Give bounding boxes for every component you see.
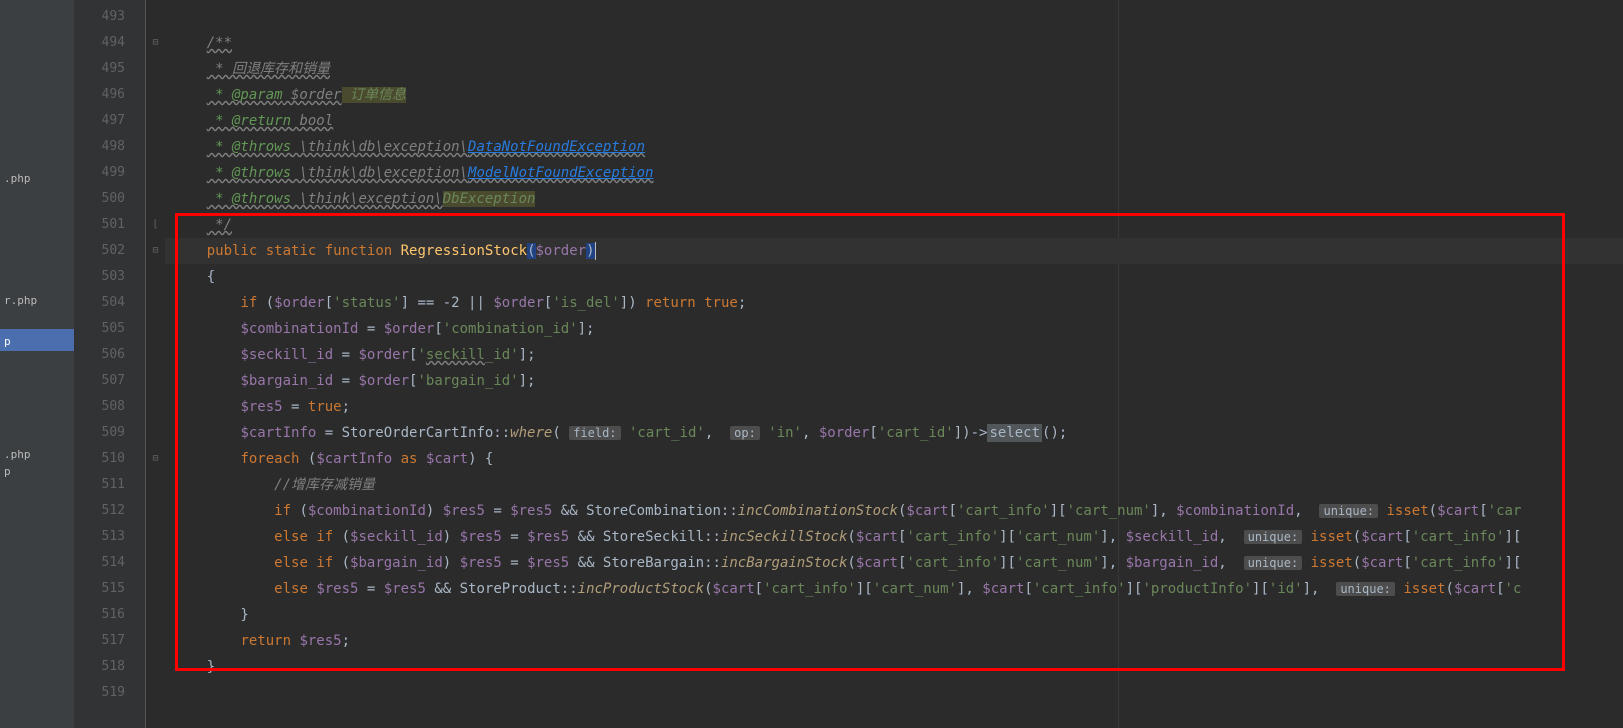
line-number: 493 xyxy=(75,4,145,30)
code-line[interactable] xyxy=(165,4,1623,30)
line-number: 503 xyxy=(75,264,145,290)
sidebar-file[interactable]: .php xyxy=(0,446,74,463)
line-number: 495 xyxy=(75,56,145,82)
code-line[interactable]: else if ($bargain_id) $res5 = $res5 && S… xyxy=(165,550,1623,576)
fold-marker[interactable] xyxy=(146,654,165,680)
code-line[interactable]: * @throws \think\db\exception\DataNotFou… xyxy=(165,134,1623,160)
sidebar-file[interactable]: p xyxy=(0,463,74,480)
fold-marker[interactable] xyxy=(146,394,165,420)
fold-marker[interactable]: ⌊ xyxy=(146,212,165,238)
line-number: 499 xyxy=(75,160,145,186)
fold-marker[interactable]: ⊟ xyxy=(146,446,165,472)
code-line[interactable]: * @return bool xyxy=(165,108,1623,134)
line-number: 511 xyxy=(75,472,145,498)
fold-marker[interactable] xyxy=(146,108,165,134)
line-number-gutter: 4934944954964974984995005015025035045055… xyxy=(75,0,145,728)
fold-marker[interactable]: ⊟ xyxy=(146,238,165,264)
code-line[interactable]: $res5 = true; xyxy=(165,394,1623,420)
code-line[interactable]: else $res5 = $res5 && StoreProduct::incP… xyxy=(165,576,1623,602)
fold-marker[interactable] xyxy=(146,290,165,316)
line-number: 502 xyxy=(75,238,145,264)
code-line[interactable]: $combinationId = $order['combination_id'… xyxy=(165,316,1623,342)
fold-marker[interactable] xyxy=(146,56,165,82)
line-number: 494 xyxy=(75,30,145,56)
line-number: 517 xyxy=(75,628,145,654)
line-number: 512 xyxy=(75,498,145,524)
code-line[interactable]: //增库存减销量 xyxy=(165,472,1623,498)
code-line[interactable]: $bargain_id = $order['bargain_id']; xyxy=(165,368,1623,394)
sidebar-file[interactable]: .php xyxy=(0,170,74,187)
file-sidebar[interactable]: .php r.php p .php p xyxy=(0,0,75,728)
fold-marker[interactable] xyxy=(146,498,165,524)
code-line[interactable]: * @throws \think\db\exception\ModelNotFo… xyxy=(165,160,1623,186)
code-line[interactable]: public static function RegressionStock($… xyxy=(165,238,1623,264)
sidebar-file[interactable]: r.php xyxy=(0,292,74,309)
line-number: 498 xyxy=(75,134,145,160)
fold-marker[interactable] xyxy=(146,82,165,108)
code-line[interactable]: } xyxy=(165,602,1623,628)
code-line[interactable]: */ xyxy=(165,212,1623,238)
fold-marker[interactable] xyxy=(146,316,165,342)
fold-marker[interactable] xyxy=(146,342,165,368)
line-number: 504 xyxy=(75,290,145,316)
line-number: 506 xyxy=(75,342,145,368)
line-number: 515 xyxy=(75,576,145,602)
code-line[interactable]: { xyxy=(165,264,1623,290)
line-number: 513 xyxy=(75,524,145,550)
sidebar-file-selected[interactable]: p xyxy=(0,329,74,351)
ide-container: .php r.php p .php p 49349449549649749849… xyxy=(0,0,1623,728)
code-line[interactable]: * @param $order 订单信息 xyxy=(165,82,1623,108)
fold-marker[interactable] xyxy=(146,368,165,394)
fold-marker[interactable] xyxy=(146,550,165,576)
line-number: 507 xyxy=(75,368,145,394)
code-line[interactable] xyxy=(165,680,1623,706)
code-line[interactable]: /** xyxy=(165,30,1623,56)
fold-marker[interactable]: ⊟ xyxy=(146,30,165,56)
fold-marker[interactable] xyxy=(146,628,165,654)
fold-marker[interactable] xyxy=(146,472,165,498)
line-number: 519 xyxy=(75,680,145,706)
code-line[interactable]: if ($combinationId) $res5 = $res5 && Sto… xyxy=(165,498,1623,524)
code-line[interactable]: * 回退库存和销量 xyxy=(165,56,1623,82)
line-number: 510 xyxy=(75,446,145,472)
fold-marker[interactable] xyxy=(146,576,165,602)
line-number: 509 xyxy=(75,420,145,446)
line-number: 508 xyxy=(75,394,145,420)
fold-marker[interactable] xyxy=(146,264,165,290)
code-editor[interactable]: /** * 回退库存和销量 * @param $order 订单信息 * @re… xyxy=(165,0,1623,728)
fold-marker[interactable] xyxy=(146,602,165,628)
code-line[interactable]: $cartInfo = StoreOrderCartInfo::where( f… xyxy=(165,420,1623,446)
line-number: 516 xyxy=(75,602,145,628)
code-line[interactable]: } xyxy=(165,654,1623,680)
fold-marker[interactable] xyxy=(146,4,165,30)
line-number: 514 xyxy=(75,550,145,576)
line-number: 505 xyxy=(75,316,145,342)
fold-marker[interactable] xyxy=(146,186,165,212)
fold-marker[interactable] xyxy=(146,680,165,706)
fold-marker[interactable] xyxy=(146,160,165,186)
line-number: 497 xyxy=(75,108,145,134)
code-line[interactable]: * @throws \think\exception\DbException xyxy=(165,186,1623,212)
line-number: 500 xyxy=(75,186,145,212)
code-line[interactable]: else if ($seckill_id) $res5 = $res5 && S… xyxy=(165,524,1623,550)
code-line[interactable]: $seckill_id = $order['seckill_id']; xyxy=(165,342,1623,368)
code-line[interactable]: return $res5; xyxy=(165,628,1623,654)
fold-marker[interactable] xyxy=(146,134,165,160)
line-number: 496 xyxy=(75,82,145,108)
fold-column[interactable]: ⊟⌊⊟⊟ xyxy=(145,0,165,728)
line-number: 501 xyxy=(75,212,145,238)
line-number: 518 xyxy=(75,654,145,680)
code-line[interactable]: if ($order['status'] == -2 || $order['is… xyxy=(165,290,1623,316)
fold-marker[interactable] xyxy=(146,524,165,550)
code-line[interactable]: foreach ($cartInfo as $cart) { xyxy=(165,446,1623,472)
fold-marker[interactable] xyxy=(146,420,165,446)
